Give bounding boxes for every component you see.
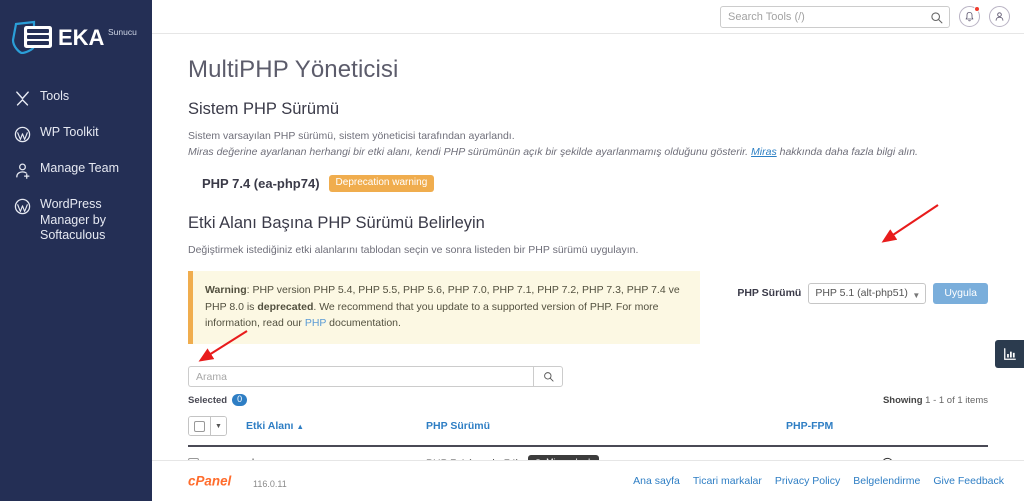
system-php-version: PHP 7.4 (ea-php74) [202, 175, 320, 191]
warning-row: Warning: PHP version PHP 5.4, PHP 5.5, P… [188, 270, 988, 345]
search-icon [543, 372, 554, 382]
search-input[interactable] [721, 6, 949, 27]
system-php-heading: Sistem PHP Sürümü [188, 100, 339, 118]
footer: cPanel 116.0.11 Ana sayfa Ticari markala… [152, 460, 1024, 501]
wordpress-icon [14, 126, 31, 143]
select-all-dropdown-caret[interactable]: ▼ [210, 417, 226, 436]
account-button[interactable] [989, 6, 1010, 27]
main-area: MultiPHP Yöneticisi Sistem PHP Sürümü Si… [152, 0, 1024, 501]
table-search-button[interactable] [533, 366, 563, 388]
select-all-checkbox[interactable] [194, 420, 205, 432]
apply-button[interactable]: Uygula [933, 282, 988, 304]
footer-link-documentation[interactable]: Belgelendirme [853, 475, 920, 487]
php-doc-link[interactable]: PHP [305, 317, 326, 329]
user-icon [995, 12, 1004, 21]
domain-php-desc: Değiştirmek istediğiniz etki alanlarını … [188, 243, 639, 256]
footer-links: Ana sayfa Ticari markalar Privacy Policy… [633, 475, 1004, 487]
table-search [188, 366, 563, 388]
manage-team-icon [16, 163, 30, 179]
domains-table-area: Selected 0 Showing 1 - 1 of 1 items [188, 366, 988, 460]
sidebar-item-wordpress-manager[interactable]: WordPress Manager by Softaculous [0, 188, 152, 253]
inherit-info-link[interactable]: Miras [751, 146, 777, 158]
system-php-desc-2b: hakkında daha fazla bilgi alın. [776, 146, 918, 159]
chart-icon [1003, 348, 1016, 360]
wordpress-icon [14, 198, 31, 215]
tools-icon [16, 91, 29, 106]
php-version-label: PHP Sürümü [737, 287, 802, 300]
row-select-cell[interactable] [188, 446, 246, 460]
th-domain-label: Etki Alanı [246, 420, 294, 433]
deprecation-badge: Deprecation warning [328, 174, 435, 192]
table-search-input[interactable] [188, 366, 533, 388]
brand-logo[interactable]: EKA Sunucu [0, 10, 152, 58]
system-php-desc-2a: Miras değerine ayarlanan herhangi bir et… [188, 146, 752, 159]
shield-server-icon: EKA Sunucu [11, 20, 137, 54]
select-all-group[interactable]: ▼ [188, 416, 227, 437]
bell-icon [965, 11, 974, 22]
sidebar-item-label: WordPress Manager by Softaculous [40, 197, 107, 243]
php-version-select[interactable]: PHP 5.1 (alt-php51) ▼ [808, 282, 927, 304]
table-head: ▼ Etki Alanı ▲ PHP Sürümü PHP-FPM [188, 410, 988, 448]
th-php-label: PHP Sürümü [426, 420, 490, 433]
topbar [152, 0, 1024, 34]
notifications-button[interactable] [959, 6, 980, 27]
sidebar: EKA Sunucu Tools WP Toolkit Manage Team … [0, 0, 152, 501]
sidebar-item-tools[interactable]: Tools [0, 80, 152, 116]
th-fpm-label: PHP-FPM [786, 420, 834, 433]
system-php-desc-2: Miras değerine ayarlanan herhangi bir et… [188, 144, 988, 160]
warning-label: Warning [205, 283, 247, 296]
sidebar-item-label: Manage Team [40, 161, 119, 175]
selected-count-badge: 0 [232, 394, 248, 407]
svg-text:Sunucu: Sunucu [108, 27, 137, 37]
sidebar-item-label: Tools [40, 89, 70, 103]
statistics-tab[interactable] [995, 340, 1024, 368]
chevron-down-icon: ▼ [912, 290, 921, 300]
th-php-fpm[interactable]: PHP-FPM [786, 410, 988, 448]
footer-link-home[interactable]: Ana sayfa [633, 475, 680, 487]
row-php-fpm [786, 446, 988, 460]
svg-text:EKA: EKA [58, 25, 105, 50]
select-all-checkbox-cell[interactable] [189, 417, 210, 436]
selected-label: Selected [188, 394, 228, 406]
notification-dot [974, 6, 980, 12]
php-version-selected-value: PHP 5.1 (alt-php51) [815, 287, 908, 300]
deprecation-warning-alert: Warning: PHP version PHP 5.4, PHP 5.5, P… [188, 270, 700, 345]
sidebar-item-manage-team[interactable]: Manage Team [0, 152, 152, 188]
sidebar-nav: Tools WP Toolkit Manage Team WordPress M… [0, 80, 152, 253]
selection-status-row: Selected 0 Showing 1 - 1 of 1 items [188, 394, 988, 407]
domains-table: ▼ Etki Alanı ▲ PHP Sürümü PHP-FPM [188, 410, 988, 460]
global-search[interactable] [720, 5, 950, 28]
table-body: ekasunucu.com PHP 7.4 (ea-php74) [188, 446, 988, 460]
sidebar-item-label: WP Toolkit [40, 125, 99, 139]
content: MultiPHP Yöneticisi Sistem PHP Sürümü Si… [152, 34, 1024, 460]
search-icon [931, 11, 943, 23]
th-php-version[interactable]: PHP Sürümü [426, 410, 786, 448]
footer-link-feedback[interactable]: Give Feedback [933, 475, 1004, 487]
row-php-version-cell: PHP 7.4 (ea-php74) Miras alındı [426, 446, 786, 460]
table-header-row: ▼ Etki Alanı ▲ PHP Sürümü PHP-FPM [188, 410, 988, 448]
th-domain[interactable]: Etki Alanı ▲ [246, 410, 426, 448]
system-php-desc-1: Sistem varsayılan PHP sürümü, sistem yön… [188, 130, 515, 142]
warning-text-c: documentation. [326, 317, 401, 330]
warning-bold: deprecated [257, 300, 314, 313]
page-title: MultiPHP Yöneticisi [188, 56, 399, 83]
app-root: EKA Sunucu Tools WP Toolkit Manage Team … [0, 0, 1024, 501]
svg-text:cPanel: cPanel [188, 474, 232, 489]
footer-link-trademarks[interactable]: Ticari markalar [693, 475, 762, 487]
showing-text: 1 - 1 of 1 items [925, 394, 988, 406]
cpanel-version: 116.0.11 [253, 479, 287, 489]
cpanel-logo: cPanel 116.0.11 [188, 472, 287, 490]
row-domain: ekasunucu.com [246, 446, 426, 460]
domain-php-heading: Etki Alanı Başına PHP Sürümü Belirleyin [188, 213, 485, 232]
php-version-apply-group: PHP Sürümü PHP 5.1 (alt-php51) ▼ Uygula [737, 271, 988, 304]
showing-status: Showing 1 - 1 of 1 items [883, 395, 988, 406]
table-row[interactable]: ekasunucu.com PHP 7.4 (ea-php74) [188, 446, 988, 460]
footer-link-privacy[interactable]: Privacy Policy [775, 475, 840, 487]
system-php-version-row: PHP 7.4 (ea-php74) Deprecation warning [202, 174, 988, 192]
showing-label: Showing [882, 394, 923, 406]
sort-asc-icon: ▲ [296, 422, 304, 432]
sidebar-item-wp-toolkit[interactable]: WP Toolkit [0, 116, 152, 152]
cpanel-logo-icon: cPanel [188, 474, 232, 489]
th-select-all: ▼ [188, 410, 246, 448]
